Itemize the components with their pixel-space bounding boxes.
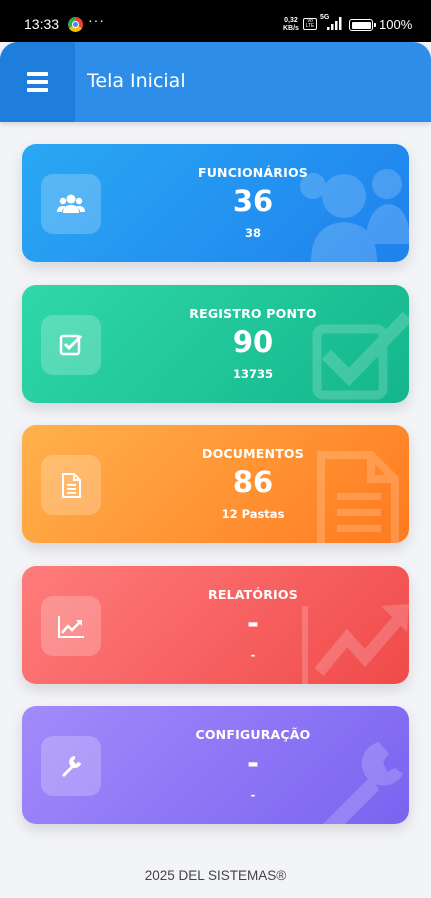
card-subvalue: 13735 xyxy=(232,367,273,381)
card-icon-box xyxy=(41,736,101,796)
card-value: - xyxy=(246,746,260,780)
card-value: 36 xyxy=(232,184,274,218)
card-documentos[interactable]: DOCUMENTOS 86 12 Pastas xyxy=(22,425,409,543)
battery-percent: 100% xyxy=(379,17,413,32)
card-icon-box xyxy=(41,455,101,515)
more-notifications-icon: ··· xyxy=(88,12,105,28)
wrench-icon xyxy=(62,756,81,777)
footer-copyright: 2025 DEL SISTEMAS® xyxy=(144,868,287,883)
card-icon-box xyxy=(41,315,101,375)
network-speed-value: 0,32 xyxy=(284,17,298,24)
card-configuracao[interactable]: CONFIGURAÇÃO - - xyxy=(22,706,409,824)
card-label: FUNCIONÁRIOS xyxy=(197,165,309,180)
card-subvalue: 12 Pastas xyxy=(221,507,285,521)
card-value: - xyxy=(246,606,260,640)
card-relatorios[interactable]: RELATÓRIOS - - xyxy=(22,566,409,684)
document-icon xyxy=(62,473,81,498)
menu-icon-line xyxy=(27,88,48,92)
signal-icon xyxy=(327,17,342,30)
network-speed: 0,32 KB/s xyxy=(283,17,299,33)
card-subvalue: - xyxy=(250,788,256,802)
network-speed-unit: KB/s xyxy=(283,25,299,32)
chart-line-icon xyxy=(58,616,84,638)
status-bar: 13:33 ··· 0,32 KB/s Vo LTE 5G 100% xyxy=(0,0,431,42)
menu-icon xyxy=(27,72,48,76)
status-time: 13:33 xyxy=(24,16,60,32)
chrome-icon xyxy=(68,17,83,32)
menu-button[interactable] xyxy=(0,42,75,122)
card-value: 86 xyxy=(232,465,274,499)
menu-icon-line xyxy=(27,80,48,84)
card-subvalue: - xyxy=(250,648,256,662)
card-value: 90 xyxy=(232,325,274,359)
card-label: CONFIGURAÇÃO xyxy=(195,727,311,742)
card-registro-ponto[interactable]: REGISTRO PONTO 90 13735 xyxy=(22,285,409,403)
card-subvalue: 38 xyxy=(244,226,261,240)
card-funcionarios[interactable]: FUNCIONÁRIOS 36 38 xyxy=(22,144,409,262)
card-icon-box xyxy=(41,174,101,234)
page-title: Tela Inicial xyxy=(87,70,186,92)
card-label: REGISTRO PONTO xyxy=(189,306,317,321)
volte-icon: Vo LTE xyxy=(303,18,317,30)
checkbox-icon xyxy=(59,334,83,356)
card-label: DOCUMENTOS xyxy=(202,446,304,461)
users-icon xyxy=(57,194,85,213)
battery-icon xyxy=(349,19,376,31)
card-label: RELATÓRIOS xyxy=(208,587,298,602)
app-bar: Tela Inicial xyxy=(0,42,431,122)
card-icon-box xyxy=(41,596,101,656)
